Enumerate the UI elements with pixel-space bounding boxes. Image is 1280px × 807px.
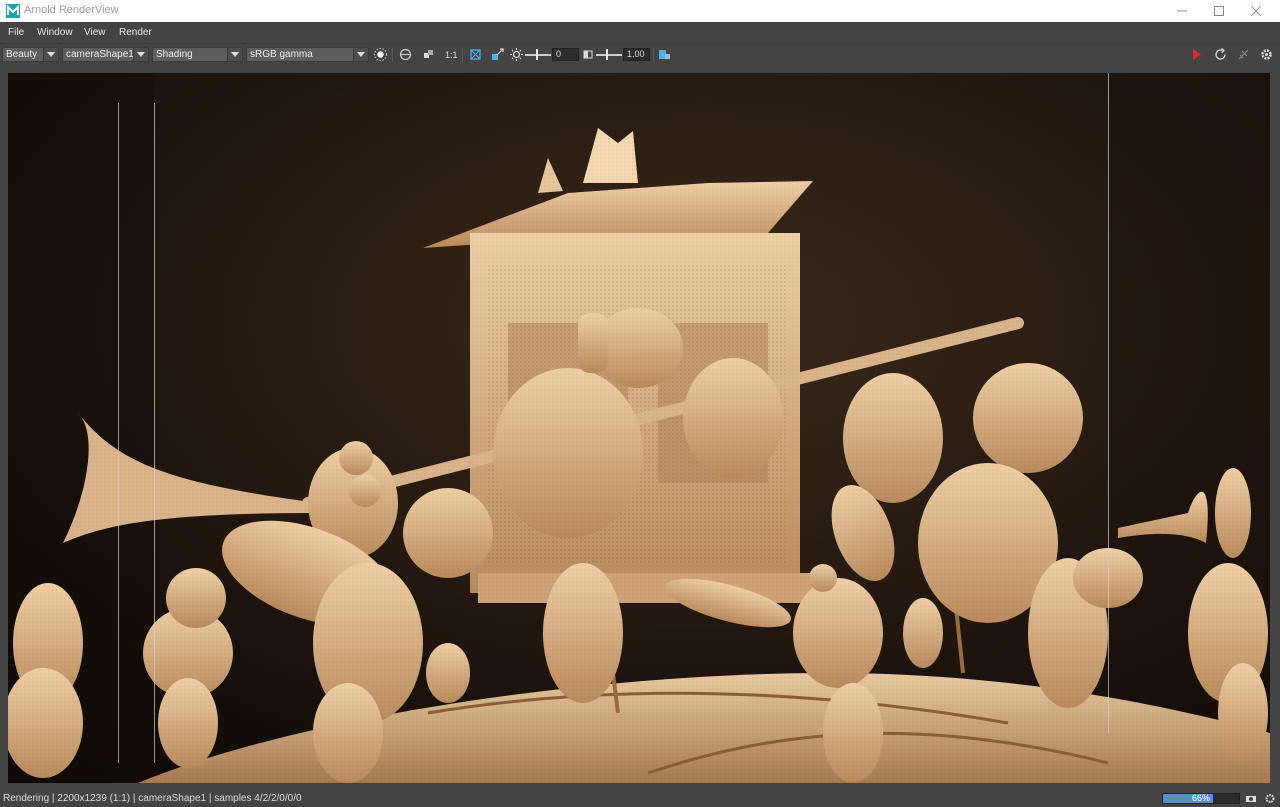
- gamma-slider-handle[interactable]: [606, 49, 608, 60]
- debug-shading-icon[interactable]: [490, 47, 505, 62]
- crop-icon[interactable]: [468, 47, 483, 62]
- exposure-slider-track[interactable]: [525, 54, 551, 56]
- shading-dropdown[interactable]: Shading: [152, 47, 243, 62]
- maximize-icon: [1214, 6, 1224, 16]
- ratio-button[interactable]: 1:1: [445, 50, 458, 60]
- chevron-down-icon: [227, 48, 242, 61]
- minimize-icon: [1177, 10, 1187, 12]
- render-play-icon[interactable]: [1189, 47, 1204, 62]
- minimize-button[interactable]: [1164, 0, 1200, 22]
- color-space-dropdown[interactable]: sRGB gamma: [246, 47, 369, 62]
- render-progress-label: 66%: [1191, 793, 1210, 803]
- stop-render-icon[interactable]: [1236, 47, 1251, 62]
- snapshot-icon[interactable]: [657, 47, 672, 62]
- menu-file[interactable]: File: [8, 27, 24, 38]
- render-progress-bar: 66%: [1162, 793, 1240, 804]
- chevron-down-icon: [353, 48, 368, 61]
- aov-value: Beauty: [6, 49, 38, 60]
- exposure-icon: [510, 48, 523, 61]
- title-bar: Arnold RenderView: [0, 0, 1280, 22]
- status-text: Rendering | 2200x1239 (1:1) | cameraShap…: [3, 793, 302, 804]
- toolbar-separator: [653, 48, 654, 62]
- chevron-down-icon: [133, 48, 148, 61]
- toolbar-separator: [392, 48, 393, 62]
- close-icon: [1251, 6, 1261, 16]
- menu-render[interactable]: Render: [119, 27, 152, 38]
- camera-dropdown[interactable]: cameraShape1: [62, 47, 149, 62]
- channels-icon[interactable]: [421, 47, 436, 62]
- menu-view[interactable]: View: [84, 27, 106, 38]
- camera-value: cameraShape1: [66, 49, 134, 60]
- gamma-icon: [583, 50, 593, 59]
- aov-dropdown[interactable]: Beauty: [2, 47, 59, 62]
- maya-logo-icon: [6, 4, 20, 18]
- close-button[interactable]: [1238, 0, 1274, 22]
- sun-icon[interactable]: [373, 47, 388, 62]
- refresh-icon[interactable]: [1213, 47, 1228, 62]
- settings-small-icon[interactable]: [1262, 792, 1278, 805]
- color-space-value: sRGB gamma: [250, 49, 313, 60]
- maximize-button[interactable]: [1201, 0, 1237, 22]
- chevron-down-icon: [43, 48, 58, 61]
- camera-snapshot-icon[interactable]: [1243, 792, 1259, 805]
- circle-compare-icon[interactable]: [398, 47, 413, 62]
- gear-icon[interactable]: [1259, 47, 1274, 62]
- exposure-slider-handle[interactable]: [536, 49, 538, 60]
- gamma-slider-track[interactable]: [596, 54, 622, 56]
- status-bar: Rendering | 2200x1239 (1:1) | cameraShap…: [0, 789, 1280, 807]
- gamma-input[interactable]: 1.00: [623, 48, 650, 61]
- render-viewport[interactable]: [8, 73, 1270, 783]
- shading-value: Shading: [156, 49, 193, 60]
- toolbar: Beauty cameraShape1 Shading sRGB gamma 1…: [0, 44, 1280, 66]
- window-title: Arnold RenderView: [24, 4, 119, 16]
- menu-window[interactable]: Window: [37, 27, 73, 38]
- render-image: [8, 73, 1270, 783]
- menu-bar: File Window View Render: [0, 22, 1280, 44]
- toolbar-separator: [462, 48, 463, 62]
- exposure-input[interactable]: 0: [552, 48, 579, 61]
